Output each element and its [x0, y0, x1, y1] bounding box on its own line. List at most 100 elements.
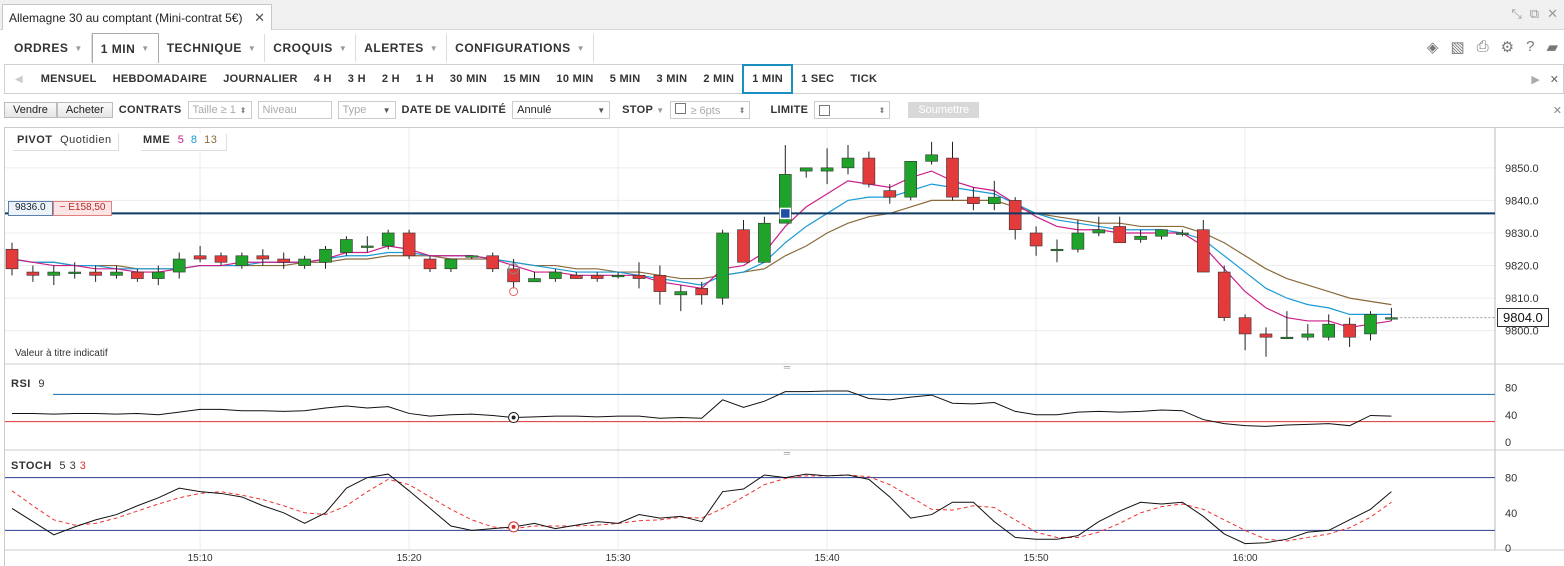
period-1-sec[interactable]: 1 SEC — [793, 65, 842, 93]
layers-icon[interactable]: ◈ — [1427, 38, 1439, 56]
candle-body — [89, 271, 102, 276]
period-2-min[interactable]: 2 MIN — [695, 65, 742, 93]
menu-label: CROQUIS — [273, 41, 333, 55]
close-period-bar-icon[interactable]: ✕ — [1550, 73, 1559, 86]
period-5-min[interactable]: 5 MIN — [602, 65, 649, 93]
candle-body — [402, 232, 416, 257]
candle-body — [110, 271, 123, 276]
period-4-h[interactable]: 4 H — [306, 65, 340, 93]
candle-body — [131, 271, 144, 279]
menu-ordres[interactable]: ORDRES ▼ — [6, 34, 92, 62]
period-3-h[interactable]: 3 H — [340, 65, 374, 93]
candle-body — [925, 154, 938, 162]
x-tick-label: 15:10 — [188, 553, 213, 564]
pivot-legend[interactable]: PIVOT Quotidien — [13, 134, 119, 151]
menu-croquis[interactable]: CROQUIS ▼ — [265, 34, 357, 62]
menu-label: TECHNIQUE — [166, 41, 242, 55]
level-input[interactable]: Niveau — [257, 101, 332, 119]
candle-body — [987, 196, 1001, 204]
position-marker[interactable]: 9836.0 − E158,50 — [8, 201, 113, 216]
help-icon[interactable]: ? — [1526, 38, 1534, 56]
candle-body — [444, 258, 458, 270]
scroll-right-icon[interactable]: ▶ — [1531, 73, 1539, 86]
comment-icon[interactable]: ▰ — [1546, 38, 1558, 56]
x-tick-label: 15:50 — [1024, 553, 1049, 564]
period-tick[interactable]: TICK — [842, 65, 885, 93]
period-30-min[interactable]: 30 MIN — [442, 65, 495, 93]
stop-checkbox[interactable] — [675, 103, 687, 114]
size-input[interactable]: Taille ≥ 1 ⬍ — [187, 101, 252, 119]
stop-input[interactable]: ≥ 6pts ⬍ — [670, 101, 751, 119]
current-price-label: 9804.0 — [1497, 308, 1549, 327]
menu-configurations[interactable]: CONFIGURATIONS ▼ — [447, 34, 595, 62]
menu-label: CONFIGURATIONS — [455, 41, 571, 55]
menu-alertes[interactable]: ALERTES ▼ — [356, 34, 448, 62]
collapse-icon[interactable]: ⤡ — [1511, 6, 1521, 22]
submit-button[interactable]: Soumettre — [908, 102, 980, 118]
candle-body — [862, 157, 876, 185]
sell-button[interactable]: Vendre — [4, 102, 57, 118]
scroll-left-icon[interactable]: ◀ — [5, 74, 33, 85]
candle-body — [68, 271, 82, 274]
period-list: MENSUEL HEBDOMADAIRE JOURNALIER 4 H3 H2 H1 … — [33, 64, 886, 94]
candle-body — [569, 275, 583, 279]
window-titlebar: Allemagne 30 au comptant (Mini-contrat 5… — [0, 0, 1564, 30]
close-window-icon[interactable]: ✕ — [1547, 6, 1558, 22]
candle-body — [758, 222, 771, 263]
period-10-min[interactable]: 10 MIN — [548, 65, 601, 93]
candle-body — [1176, 232, 1189, 235]
stop-label[interactable]: STOP ▼ — [622, 104, 664, 116]
menu-technique[interactable]: TECHNIQUE ▼ — [159, 34, 266, 62]
stoch-tick-label: 80 — [1505, 473, 1517, 485]
candle-body — [653, 275, 667, 292]
candle-body — [1071, 232, 1085, 250]
close-order-ticket-icon[interactable]: ✕ — [1553, 104, 1564, 117]
stoch-tick-label: 0 — [1505, 543, 1511, 555]
candle-body — [674, 291, 688, 296]
period-3-min[interactable]: 3 MIN — [649, 65, 696, 93]
limit-input[interactable]: ⬍ — [814, 101, 891, 119]
buy-button[interactable]: Acheter — [56, 102, 113, 118]
close-tab-icon[interactable]: ✕ — [254, 10, 265, 26]
stoch-legend[interactable]: STOCH 5 3 3 — [11, 460, 87, 472]
period-journalier[interactable]: JOURNALIER — [215, 65, 306, 93]
candle-body — [235, 255, 249, 266]
x-tick-label: 15:20 — [397, 553, 422, 564]
rsi-tick-label: 40 — [1505, 410, 1517, 422]
period-1-min[interactable]: 1 MIN — [742, 64, 794, 94]
validity-select[interactable]: Annulé ▼ — [512, 101, 611, 119]
y-tick-label: 9800.0 — [1505, 326, 1539, 338]
period-15-min[interactable]: 15 MIN — [495, 65, 548, 93]
candle-body — [611, 275, 625, 278]
indicative-note: Valeur à titre indicatif — [15, 348, 108, 359]
resize-handle-icon: ═ — [783, 362, 791, 372]
candle-body — [1113, 226, 1126, 244]
chart-menubar: ORDRES ▼ 1 MIN ▼ TECHNIQUE ▼ CROQUIS ▼ ALERTES ▼ C… — [0, 33, 1564, 63]
price-chart[interactable]: 15:10 15:20 15:30 15:40 15:50 16:00 9800.0 9810… — [5, 128, 1564, 566]
position-level: 9836.0 — [8, 201, 53, 216]
period-hebdomadaire[interactable]: HEBDOMADAIRE — [105, 65, 216, 93]
candle-body — [1092, 229, 1106, 234]
candle-body — [1343, 323, 1356, 338]
popout-icon[interactable]: ⧉ — [1530, 6, 1539, 22]
x-tick-label: 15:40 — [815, 553, 840, 564]
type-select[interactable]: Type ▼ — [337, 101, 396, 119]
period-bar: ◀ MENSUEL HEBDOMADAIRE JOURNALIER 4 H3 H2 H… — [4, 64, 1564, 94]
candle-body — [298, 258, 311, 266]
period-2-h[interactable]: 2 H — [374, 65, 408, 93]
candle-body — [340, 239, 353, 253]
instrument-tab[interactable]: Allemagne 30 au comptant (Mini-contrat 5… — [2, 4, 272, 30]
period-1-h[interactable]: 1 H — [408, 65, 442, 93]
rsi-legend[interactable]: RSI 9 — [11, 378, 46, 390]
print-icon[interactable]: ⎙ — [1477, 38, 1489, 56]
gear-icon[interactable]: ⚙ — [1501, 38, 1514, 56]
chart-area[interactable]: 15:10 15:20 15:30 15:40 15:50 16:00 9800.0 9810… — [4, 127, 1564, 566]
validity-label: DATE DE VALIDITÉ — [401, 104, 507, 116]
ema-legend[interactable]: MME 5 8 13 — [141, 134, 228, 151]
period-mensuel[interactable]: MENSUEL — [33, 65, 105, 93]
limit-checkbox[interactable] — [819, 104, 831, 116]
candle-body — [590, 275, 604, 279]
stoch-crosshair-dot — [511, 524, 516, 529]
menu-1-min[interactable]: 1 MIN ▼ — [91, 33, 159, 63]
image-icon[interactable]: ▧ — [1450, 38, 1464, 56]
